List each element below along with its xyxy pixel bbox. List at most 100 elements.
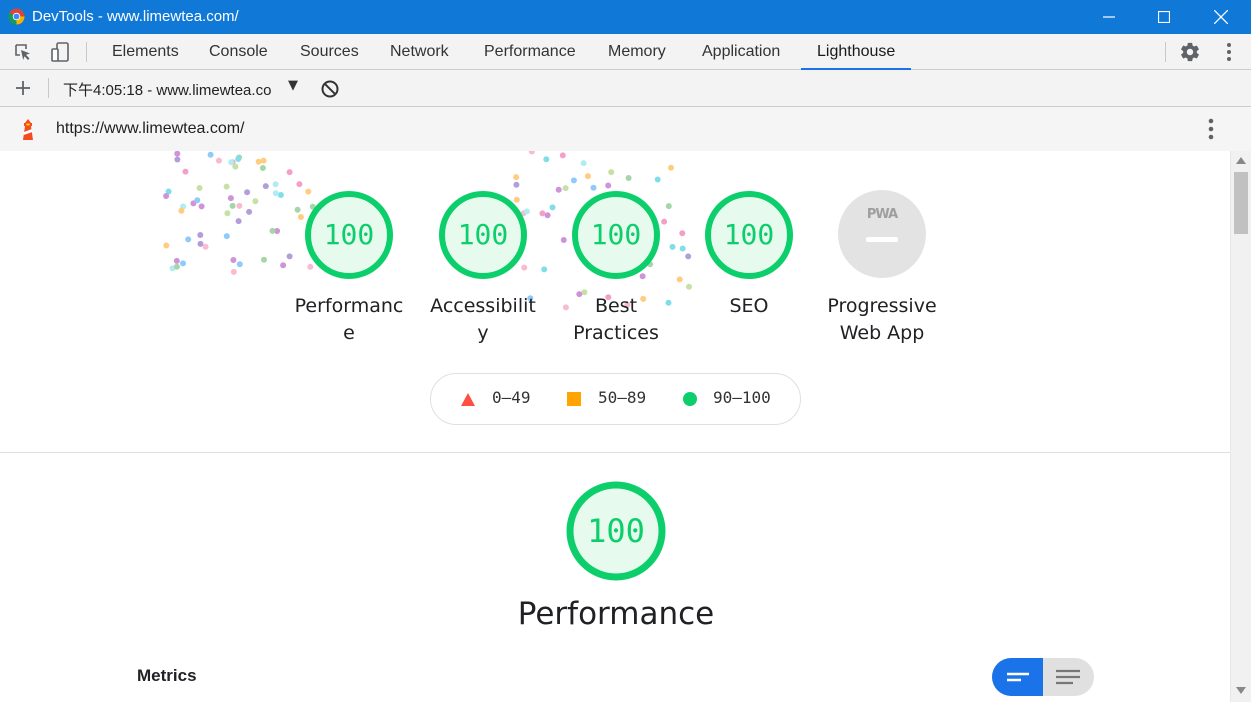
lighthouse-report-toolbar: 下午4:05:18 - www.limewtea.co ▼: [0, 70, 1251, 107]
confetti-dot: [560, 237, 567, 243]
confetti-dot: [528, 151, 535, 155]
window-titlebar: DevTools - www.limewtea.com/: [0, 0, 1251, 34]
confetti-dot: [198, 203, 205, 210]
scroll-down-arrow-icon[interactable]: [1236, 687, 1246, 694]
tab-network[interactable]: Network: [374, 34, 465, 70]
tab-performance[interactable]: Performance: [468, 34, 592, 70]
confetti-dot: [665, 203, 672, 210]
inspect-cursor-icon: [15, 44, 30, 60]
confetti-dot: [223, 233, 230, 240]
metrics-view-toggle[interactable]: [992, 658, 1094, 696]
compact-view-toggle[interactable]: [992, 658, 1043, 696]
confetti-dot: [261, 256, 267, 263]
confetti-dot: [262, 183, 269, 190]
audited-url: https://www.limewtea.com/: [56, 120, 245, 137]
confetti-dot: [229, 202, 236, 209]
maximize-button[interactable]: [1141, 0, 1187, 34]
dropdown-arrow-icon[interactable]: ▼: [288, 78, 298, 93]
confetti-dot: [654, 176, 661, 183]
performance-section-title: Performance: [517, 596, 715, 632]
confetti-dot: [230, 268, 237, 275]
accessibility-label: Accessibility: [430, 295, 536, 344]
confetti-dot: [555, 186, 562, 193]
close-window-button[interactable]: [1198, 0, 1244, 34]
toolbar-divider: [1165, 42, 1166, 62]
confetti-dot: [252, 198, 259, 205]
device-toolbar-button[interactable]: [49, 41, 71, 63]
confetti-dot: [178, 207, 185, 214]
confetti-dot: [207, 151, 214, 158]
plus-icon: [16, 81, 30, 95]
confetti-dot: [297, 214, 304, 220]
legend-average-label: 50–89: [598, 388, 647, 407]
confetti-dot: [286, 169, 293, 176]
toolbar-divider: [48, 78, 49, 98]
window-title: DevTools - www.limewtea.com/: [32, 8, 239, 25]
confetti-dot: [215, 157, 222, 164]
confetti-dot: [580, 160, 587, 167]
tab-console[interactable]: Console: [193, 34, 284, 70]
confetti-dot: [661, 218, 668, 225]
close-icon: [1214, 10, 1228, 24]
confetti-dot: [562, 185, 569, 192]
score-scale-legend: 0–49 50–89 90–100: [430, 373, 801, 425]
minimize-icon: [1103, 16, 1115, 18]
confetti-dot: [605, 182, 612, 189]
tab-elements[interactable]: Elements: [96, 34, 195, 70]
inspect-element-button[interactable]: [12, 41, 34, 63]
confetti-dot: [246, 208, 253, 215]
device-mobile-icon: [51, 42, 69, 62]
confetti-dot: [255, 158, 262, 165]
devtools-menu-button[interactable]: [1218, 41, 1240, 63]
confetti-dot: [196, 185, 203, 191]
confetti-dot: [223, 183, 230, 190]
confetti-dot: [272, 181, 279, 188]
average-square-icon: [567, 392, 581, 406]
expanded-view-toggle[interactable]: [1043, 658, 1094, 696]
compact-lines-icon: [1007, 672, 1029, 682]
confetti-dot: [163, 193, 170, 199]
toolbar-divider: [86, 42, 87, 62]
report-menu-icon[interactable]: [1208, 118, 1214, 140]
pwa-badge: PWA: [838, 190, 926, 278]
expanded-lines-icon: [1056, 669, 1080, 685]
tab-sources[interactable]: Sources: [284, 34, 375, 70]
confetti-dot: [202, 243, 209, 250]
more-vertical-icon: [1227, 43, 1231, 61]
confetti-dot: [686, 283, 692, 290]
confetti-dot: [685, 253, 692, 260]
minimize-button[interactable]: [1086, 0, 1132, 34]
confetti-dot: [235, 218, 242, 225]
confetti-dot: [541, 266, 548, 273]
scrollbar-thumb[interactable]: [1234, 172, 1248, 234]
tab-memory[interactable]: Memory: [592, 34, 682, 70]
confetti-dot: [236, 261, 243, 268]
report-select[interactable]: 下午4:05:18 - www.limewtea.co: [63, 79, 285, 100]
confetti-dot: [224, 210, 231, 217]
maximize-icon: [1158, 11, 1170, 23]
confetti-dot: [163, 242, 170, 249]
confetti-dot: [182, 168, 189, 175]
confetti-dot: [543, 156, 550, 163]
confetti-dot: [272, 190, 279, 197]
confetti-dot: [228, 159, 235, 166]
confetti-dot: [230, 257, 237, 263]
report-url-bar: https://www.limewtea.com/: [0, 107, 1251, 151]
confetti-dot: [608, 169, 615, 176]
confetti-dot: [197, 232, 204, 238]
best-practices-label: Best Practices: [573, 295, 659, 344]
report-scrollbar[interactable]: [1230, 151, 1251, 702]
new-report-button[interactable]: [12, 77, 34, 99]
scroll-up-arrow-icon[interactable]: [1236, 157, 1246, 164]
tab-lighthouse[interactable]: Lighthouse: [801, 34, 912, 70]
performance-score: 100: [323, 218, 375, 251]
chrome-logo-icon: [8, 8, 25, 25]
confetti-dot: [197, 240, 204, 247]
clear-reports-icon[interactable]: [320, 79, 340, 99]
confetti-dot: [235, 156, 242, 162]
seo-label: SEO: [729, 295, 769, 317]
settings-button[interactable]: [1179, 41, 1201, 63]
confetti-dot: [280, 262, 287, 269]
tab-application[interactable]: Application: [686, 34, 796, 70]
fail-triangle-icon: [461, 393, 475, 406]
